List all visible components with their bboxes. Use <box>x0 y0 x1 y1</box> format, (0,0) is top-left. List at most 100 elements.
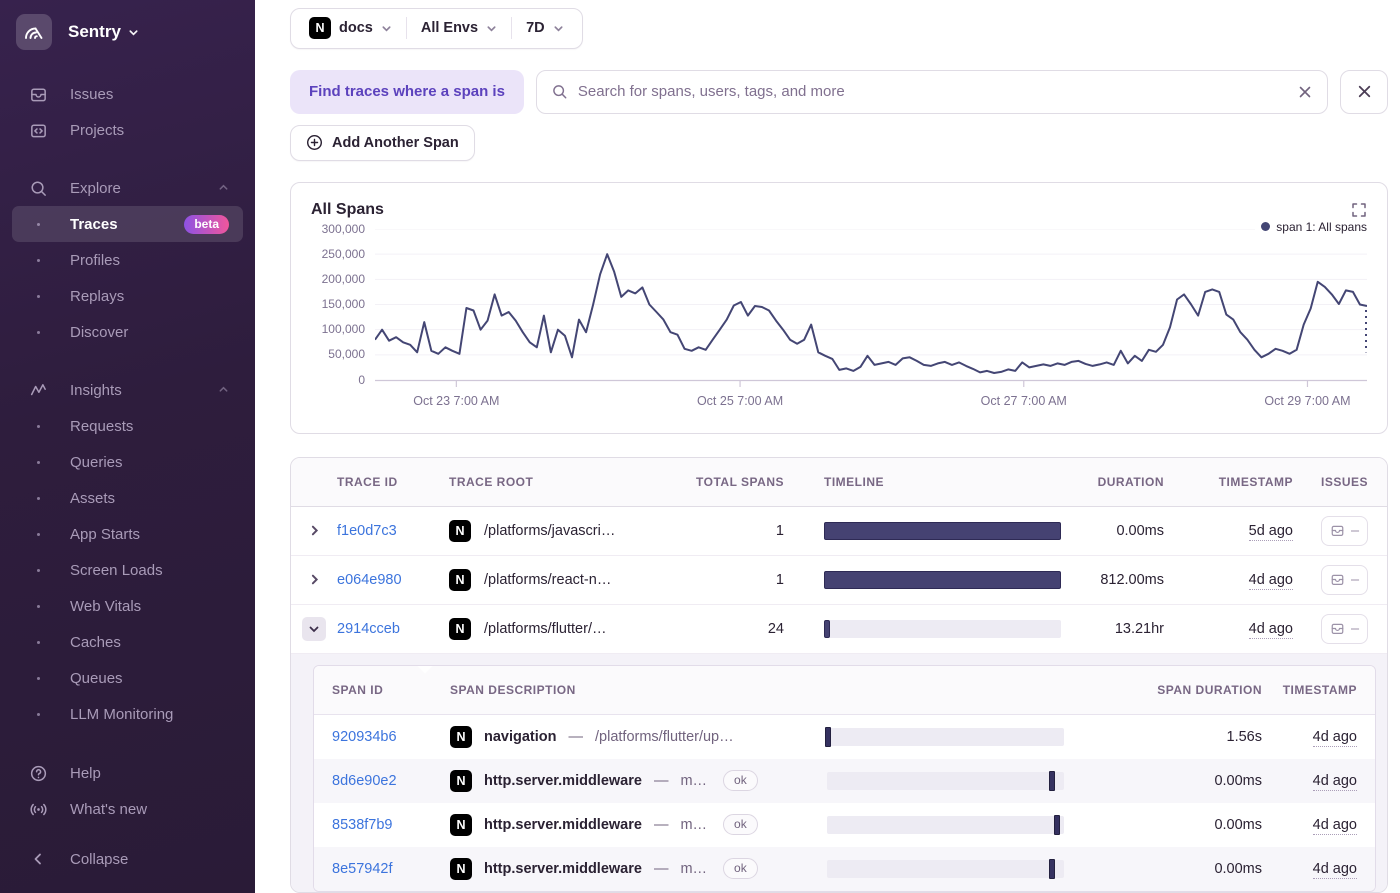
sidebar-item-llm-monitoring[interactable]: LLM Monitoring <box>12 696 243 732</box>
trace-row: f1e0d7c3 N/platforms/javascri… 1 0.00ms 5d a… <box>291 506 1387 556</box>
project-selector[interactable]: N docs <box>295 17 406 40</box>
legend-label: span 1: All spans <box>1276 219 1367 234</box>
span-search-input[interactable] <box>577 83 1287 101</box>
column-header[interactable]: SPAN DESCRIPTION <box>450 683 827 697</box>
x-tick-label: Oct 27 7:00 AM <box>980 393 1067 408</box>
find-traces-chip[interactable]: Find traces where a span is <box>290 69 524 114</box>
y-axis-labels: 0 50,000 100,000 150,000 200,000 250,000 300,0… <box>311 222 375 389</box>
legend-marker <box>1261 222 1271 232</box>
sidebar-item-profiles[interactable]: Profiles <box>12 242 243 278</box>
span-table-header: SPAN ID SPAN DESCRIPTION SPAN DURATION TIME… <box>314 665 1375 715</box>
x-tick-label: Oct 29 7:00 AM <box>1264 393 1351 408</box>
sidebar-item-insights[interactable]: Insights <box>12 372 243 408</box>
column-header[interactable]: TIMESTAMP <box>1172 475 1301 489</box>
timestamp-link[interactable]: 4d ago <box>1312 772 1357 791</box>
timeline-track <box>824 570 1061 589</box>
y-tick-label: 250,000 <box>321 246 365 261</box>
issues-count: – <box>1350 571 1360 588</box>
span-timeline-tick <box>825 726 832 747</box>
sidebar-item-screen-loads[interactable]: Screen Loads <box>12 552 243 588</box>
timeline-bar <box>824 570 1061 589</box>
remove-span-filter-button[interactable] <box>1340 69 1388 114</box>
timestamp-link[interactable]: 4d ago <box>1312 816 1357 835</box>
bullet-icon <box>26 712 50 716</box>
span-duration-value: 1.56s <box>1226 728 1262 745</box>
trace-row: 2914cceb N/platforms/flutter/… 24 13.21hr 4d… <box>291 604 1387 654</box>
trace-id-link[interactable]: f1e0d7c3 <box>337 523 397 539</box>
sidebar-item-web-vitals[interactable]: Web Vitals <box>12 588 243 624</box>
timestamp-link[interactable]: 4d ago <box>1248 571 1293 590</box>
sidebar-item-label: Caches <box>70 633 121 651</box>
column-header[interactable]: TIMESTAMP <box>1262 683 1375 697</box>
sidebar-collapse-button[interactable]: Collapse <box>12 841 243 877</box>
separator: — <box>653 772 669 789</box>
sidebar-item-explore[interactable]: Explore <box>12 170 243 206</box>
sentry-logo-icon <box>16 14 52 50</box>
chart-legend[interactable]: span 1: All spans <box>1255 219 1367 234</box>
sidebar-item-queries[interactable]: Queries <box>12 444 243 480</box>
span-op-label: navigation <box>484 728 557 745</box>
sidebar-item-requests[interactable]: Requests <box>12 408 243 444</box>
column-header[interactable]: TRACE ID <box>337 475 449 489</box>
span-op-label: http.server.middleware <box>484 816 642 833</box>
issues-button[interactable]: – <box>1321 515 1368 546</box>
traces-table: TRACE ID TRACE ROOT TOTAL SPANS TIMELINE DUR… <box>290 457 1388 893</box>
sidebar-item-issues[interactable]: Issues <box>12 76 243 112</box>
span-id-link[interactable]: 8e57942f <box>332 861 392 877</box>
add-another-span-button[interactable]: Add Another Span <box>290 124 475 161</box>
timestamp-link[interactable]: 4d ago <box>1248 620 1293 639</box>
x-axis-labels: Oct 23 7:00 AM Oct 25 7:00 AM Oct 27 7:00 … <box>375 389 1367 413</box>
sidebar-item-assets[interactable]: Assets <box>12 480 243 516</box>
date-range-label: 7D <box>526 20 545 37</box>
trace-id-link[interactable]: e064e980 <box>337 572 402 588</box>
column-header[interactable]: SPAN DURATION <box>1077 683 1262 697</box>
status-badge: ok <box>723 814 758 836</box>
issues-button[interactable]: – <box>1321 613 1368 644</box>
sidebar-item-what-s-new[interactable]: What's new <box>12 791 243 827</box>
bullet-icon <box>26 460 50 464</box>
chevron-right-icon[interactable] <box>308 524 321 537</box>
sidebar-item-queues[interactable]: Queues <box>12 660 243 696</box>
duration-value: 812.00ms <box>1100 571 1164 588</box>
column-header[interactable]: TRACE ROOT <box>449 475 691 489</box>
environment-selector-label: All Envs <box>420 20 479 37</box>
chevron-right-icon[interactable] <box>308 573 321 586</box>
x-tick-label: Oct 23 7:00 AM <box>413 393 500 408</box>
span-id-link[interactable]: 8538f7b9 <box>332 817 392 833</box>
clear-search-button[interactable] <box>1297 84 1313 100</box>
org-switcher[interactable]: Sentry <box>0 0 255 60</box>
column-header[interactable]: ISSUES <box>1301 475 1387 489</box>
span-id-link[interactable]: 8d6e90e2 <box>332 773 397 789</box>
timestamp-link[interactable]: 5d ago <box>1248 522 1293 541</box>
span-description-label: /platforms/flutter/up… <box>595 728 734 745</box>
y-tick-label: 300,000 <box>321 221 365 236</box>
column-header[interactable]: TOTAL SPANS <box>691 475 792 489</box>
plus-circle-icon <box>306 135 323 151</box>
timestamp-link[interactable]: 4d ago <box>1312 860 1357 879</box>
issues-button[interactable]: – <box>1321 564 1368 595</box>
sidebar-item-replays[interactable]: Replays <box>12 278 243 314</box>
y-tick-label: 0 <box>358 372 365 387</box>
bullet-icon <box>26 604 50 608</box>
sidebar-item-help[interactable]: Help <box>12 755 243 791</box>
sidebar-item-caches[interactable]: Caches <box>12 624 243 660</box>
sidebar-item-app-starts[interactable]: App Starts <box>12 516 243 552</box>
span-duration-value: 0.00ms <box>1214 816 1262 833</box>
span-row: 920934b6 Nnavigation — /platforms/flutter/u… <box>314 715 1375 759</box>
trace-id-link[interactable]: 2914cceb <box>337 621 400 637</box>
sidebar-item-label: Traces <box>70 215 118 233</box>
environment-selector[interactable]: All Envs <box>407 20 511 36</box>
sidebar-item-projects[interactable]: Projects <box>12 112 243 148</box>
search-icon <box>553 85 567 99</box>
column-header[interactable]: DURATION <box>1077 475 1172 489</box>
expand-chart-button[interactable] <box>1351 202 1367 218</box>
sidebar-item-discover[interactable]: Discover <box>12 314 243 350</box>
timestamp-link[interactable]: 4d ago <box>1312 728 1357 747</box>
sidebar-item-traces[interactable]: Traces beta <box>12 206 243 242</box>
column-header[interactable]: TIMELINE <box>792 475 1077 489</box>
date-range-selector[interactable]: 7D <box>512 20 578 36</box>
collapse-trace-button[interactable] <box>302 616 326 641</box>
separator: — <box>568 728 584 745</box>
column-header[interactable]: SPAN ID <box>314 683 450 697</box>
span-id-link[interactable]: 920934b6 <box>332 729 397 745</box>
